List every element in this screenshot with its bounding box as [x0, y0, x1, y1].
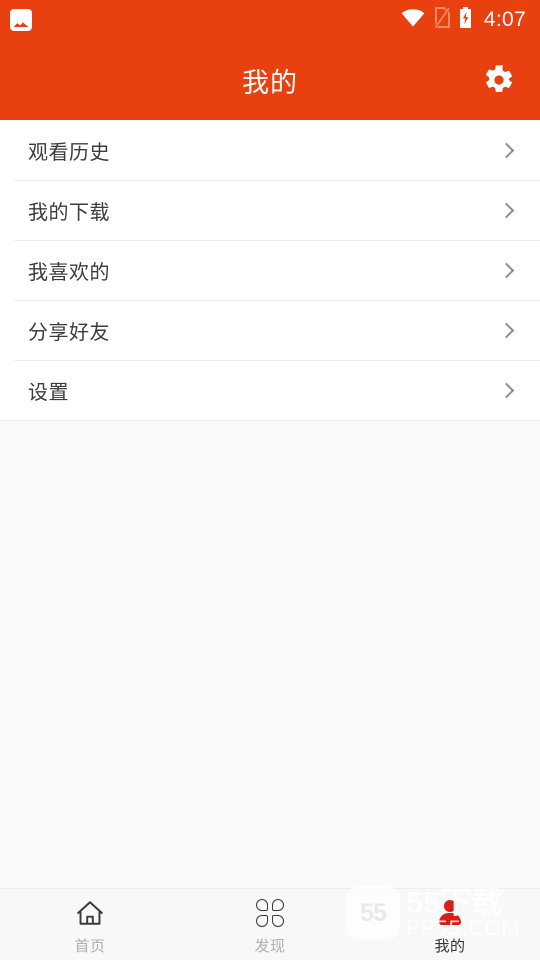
menu-list: 观看历史 我的下载 我喜欢的 分享好友 设置: [0, 120, 540, 421]
status-bar: 4:07: [0, 0, 540, 40]
wifi-icon: [401, 8, 425, 32]
chevron-right-icon: [498, 142, 515, 158]
menu-item-share-friends[interactable]: 分享好友: [0, 300, 540, 360]
photo-icon: [10, 9, 32, 31]
nav-tab-label: 我的: [434, 937, 466, 955]
sim-missing-icon: [434, 7, 451, 33]
menu-item-watch-history[interactable]: 观看历史: [0, 120, 540, 180]
chevron-right-icon: [498, 262, 515, 278]
chevron-right-icon: [498, 322, 515, 338]
bottom-navigation: 首页 发现 我的: [0, 888, 540, 960]
nav-tab-home[interactable]: 首页: [0, 889, 180, 960]
battery-charging-icon: [459, 7, 472, 33]
status-bar-time: 4:07: [483, 8, 526, 31]
person-icon: [434, 898, 466, 928]
menu-item-label: 分享好友: [28, 321, 110, 344]
status-bar-left: [10, 9, 32, 31]
clover-grid-icon: [254, 898, 286, 928]
menu-item-my-favorites[interactable]: 我喜欢的: [0, 240, 540, 300]
menu-item-label: 设置: [28, 381, 69, 404]
nav-tab-label: 发现: [254, 937, 286, 955]
nav-tab-label: 首页: [74, 937, 106, 955]
gear-icon[interactable]: [474, 55, 524, 105]
menu-item-settings[interactable]: 设置: [0, 360, 540, 420]
menu-item-label: 观看历史: [28, 141, 110, 164]
status-bar-right: 4:07: [401, 7, 526, 33]
chevron-right-icon: [498, 382, 515, 398]
menu-item-label: 我的下载: [28, 201, 110, 224]
nav-tab-discover[interactable]: 发现: [180, 889, 360, 960]
app-root: 4:07 我的 观看历史 我的下载 我喜欢的 分享好友 设置 首页 发现 我的 …: [0, 0, 540, 960]
nav-tab-mine[interactable]: 我的: [360, 889, 540, 960]
home-icon: [74, 898, 106, 928]
menu-item-label: 我喜欢的: [28, 261, 110, 284]
chevron-right-icon: [498, 202, 515, 218]
menu-item-my-downloads[interactable]: 我的下载: [0, 180, 540, 240]
page-title: 我的: [242, 67, 298, 98]
app-header: 我的: [0, 40, 540, 120]
